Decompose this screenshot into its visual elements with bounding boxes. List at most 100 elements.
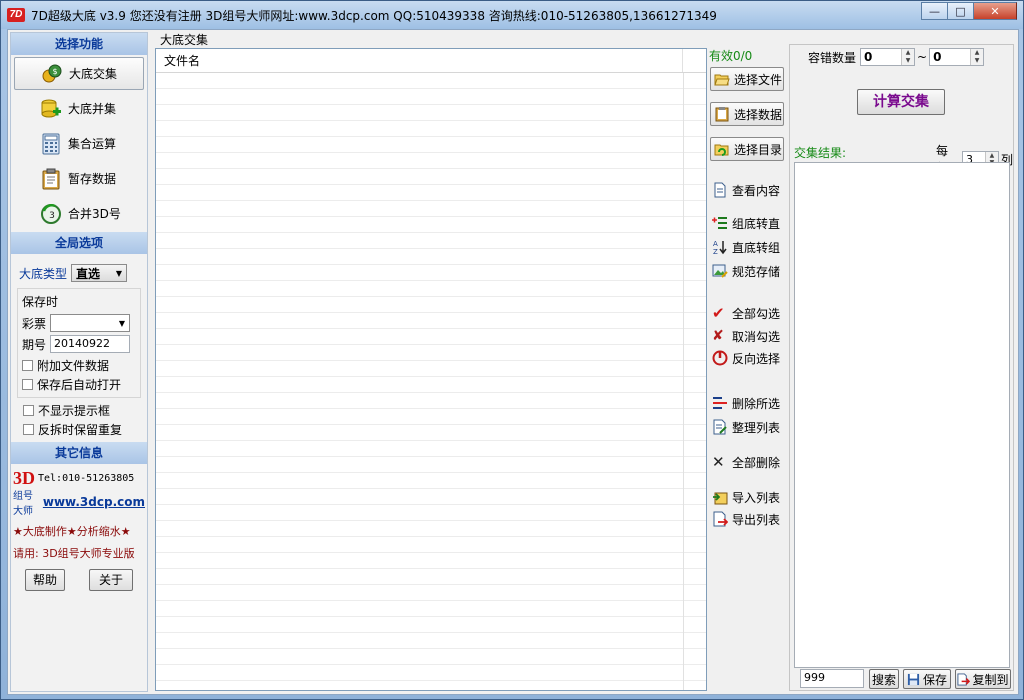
website-link[interactable]: www.3dcp.com: [43, 495, 145, 509]
import-list-label: 导入列表: [732, 490, 781, 505]
delete-selected-label: 删除所选: [732, 396, 781, 411]
database-add-icon: [41, 99, 61, 117]
check-all-label: 全部勾选: [732, 306, 781, 321]
checkmark-icon: ✔: [712, 304, 725, 322]
func-intersection-button[interactable]: $ 大底交集: [14, 57, 144, 90]
func-temp-data-label: 暂存数据: [68, 172, 117, 186]
column-header-filename[interactable]: 文件名: [156, 49, 683, 72]
maximize-button[interactable]: □: [947, 2, 973, 20]
checkbox[interactable]: [22, 379, 33, 390]
uncheck-all-label: 取消勾选: [732, 329, 781, 344]
base-type-value: 直选: [76, 266, 101, 281]
period-label: 期号: [22, 337, 47, 352]
normalize-save-link[interactable]: 规范存储: [712, 261, 780, 281]
global-options-header: 全局选项: [11, 232, 147, 254]
export-list-label: 导出列表: [732, 512, 781, 527]
select-file-button[interactable]: 选择文件: [710, 67, 784, 91]
direct-to-group-label: 直底转组: [732, 240, 781, 255]
svg-text:3: 3: [49, 211, 55, 221]
lottery-select[interactable]: ▼: [50, 314, 130, 332]
export-list-link[interactable]: 导出列表: [712, 509, 780, 529]
func-union-button[interactable]: 大底并集: [14, 92, 144, 125]
check-append-data-label: 附加文件数据: [37, 359, 110, 373]
uncheck-all-link[interactable]: ✘ 取消勾选: [712, 326, 780, 346]
clipboard-icon: [42, 168, 60, 189]
copy-to-button[interactable]: 复制到: [955, 669, 1011, 689]
sort-az-icon: A Z: [713, 240, 727, 255]
view-content-link[interactable]: 查看内容: [712, 180, 780, 200]
close-button[interactable]: ✕: [973, 2, 1017, 20]
info-3d-mark: 3D: [13, 468, 35, 488]
check-auto-open[interactable]: 保存后自动打开: [22, 376, 136, 393]
select-directory-button[interactable]: 选择目录: [710, 137, 784, 161]
list-add-icon: [712, 217, 727, 229]
about-button[interactable]: 关于: [89, 569, 133, 591]
base-type-select[interactable]: 直选 ▼: [71, 264, 128, 282]
checkbox[interactable]: [23, 405, 34, 416]
check-keep-duplicates[interactable]: 反拆时保留重复: [23, 421, 135, 438]
func-intersection-label: 大底交集: [69, 67, 118, 81]
delete-selected-link[interactable]: 删除所选: [712, 393, 780, 413]
group-to-direct-link[interactable]: 组底转直: [712, 213, 780, 233]
clipboard-icon: [715, 107, 729, 122]
info-ad: 请用: 3D组号大师专业版: [13, 547, 135, 560]
save-button[interactable]: 保存: [903, 669, 951, 689]
view-content-label: 查看内容: [732, 183, 781, 198]
coins-icon: $: [42, 64, 62, 82]
function-section-header: 选择功能: [11, 33, 147, 55]
invert-icon: [712, 350, 728, 366]
tilde: ~: [917, 50, 928, 64]
tolerance-from-value: 0: [864, 50, 873, 64]
func-set-ops-button[interactable]: 集合运算: [14, 127, 144, 160]
checkbox[interactable]: [22, 360, 33, 371]
floppy-disk-icon: [907, 673, 920, 685]
save-options-group: 保存时 彩票 ▼ 期号 20140922 附加文件数据 保存后自动打开: [17, 288, 141, 398]
list-remove-icon: [713, 397, 727, 409]
func-temp-data-button[interactable]: 暂存数据: [14, 162, 144, 195]
title-bar[interactable]: 7D 7D超级大底 v3.9 您还没有注册 3D组号大师网址:www.3dcp.…: [1, 1, 1023, 29]
svg-text:Z: Z: [713, 248, 718, 255]
file-list[interactable]: 文件名: [155, 48, 707, 691]
organize-list-link[interactable]: 整理列表: [712, 417, 780, 437]
merge-3d-icon: 3: [41, 203, 61, 224]
page-title: 大底交集: [160, 33, 209, 47]
check-hide-prompt[interactable]: 不显示提示框: [23, 402, 135, 419]
tolerance-from-spinner[interactable]: 0 ▲ ▼: [860, 48, 916, 66]
checkbox[interactable]: [23, 424, 34, 435]
other-info-header: 其它信息: [11, 442, 147, 464]
valid-count: 有效0/0: [709, 49, 753, 63]
copy-to-label: 复制到: [972, 672, 1009, 687]
spin-arrows-icon[interactable]: ▲▼: [970, 49, 984, 65]
client-area: 选择功能 $ 大底交集 大底并集 集合运算 暂存数据 3 合并3D号 全局选项 …: [7, 29, 1019, 695]
right-panel: 容错数量 0 ▲▼ ~ 0 ▲▼ 计算交集 交集结果: 每行 3 ▲▼: [789, 44, 1014, 691]
help-button[interactable]: 帮助: [25, 569, 65, 591]
column-divider: [683, 73, 684, 690]
spin-arrows-icon[interactable]: ▲▼: [901, 49, 915, 65]
tolerance-to-value: 0: [933, 50, 942, 64]
document-edit-icon: [713, 419, 727, 435]
app-window: 7D 7D超级大底 v3.9 您还没有注册 3D组号大师网址:www.3dcp.…: [0, 0, 1024, 700]
invert-selection-link[interactable]: 反向选择: [712, 348, 780, 368]
import-list-link[interactable]: 导入列表: [712, 487, 780, 507]
check-all-link[interactable]: ✔ 全部勾选: [712, 303, 780, 323]
search-button[interactable]: 搜索: [869, 669, 899, 689]
bottom-value-input[interactable]: 999: [800, 669, 864, 688]
misc-options: 不显示提示框 反拆时保留重复: [23, 402, 135, 438]
document-icon: [714, 182, 726, 198]
delete-all-link[interactable]: ✕ 全部删除: [712, 452, 780, 472]
func-merge-3d-button[interactable]: 3 合并3D号: [14, 197, 144, 230]
chevron-down-icon: ▼: [115, 268, 123, 278]
period-input[interactable]: 20140922: [50, 335, 130, 353]
direct-to-group-link[interactable]: A Z 直底转组: [712, 237, 780, 257]
select-data-label: 选择数据: [734, 107, 783, 122]
select-data-button[interactable]: 选择数据: [710, 102, 784, 126]
result-textarea[interactable]: [794, 162, 1010, 668]
check-append-data[interactable]: 附加文件数据: [22, 357, 136, 374]
invert-selection-label: 反向选择: [732, 351, 781, 366]
tolerance-to-spinner[interactable]: 0 ▲ ▼: [929, 48, 985, 66]
calculate-intersection-button[interactable]: 计算交集: [857, 89, 945, 115]
check-hide-prompt-label: 不显示提示框: [38, 404, 111, 418]
func-set-ops-label: 集合运算: [68, 137, 117, 151]
tolerance-label: 容错数量: [808, 50, 857, 65]
minimize-button[interactable]: —: [921, 2, 947, 20]
